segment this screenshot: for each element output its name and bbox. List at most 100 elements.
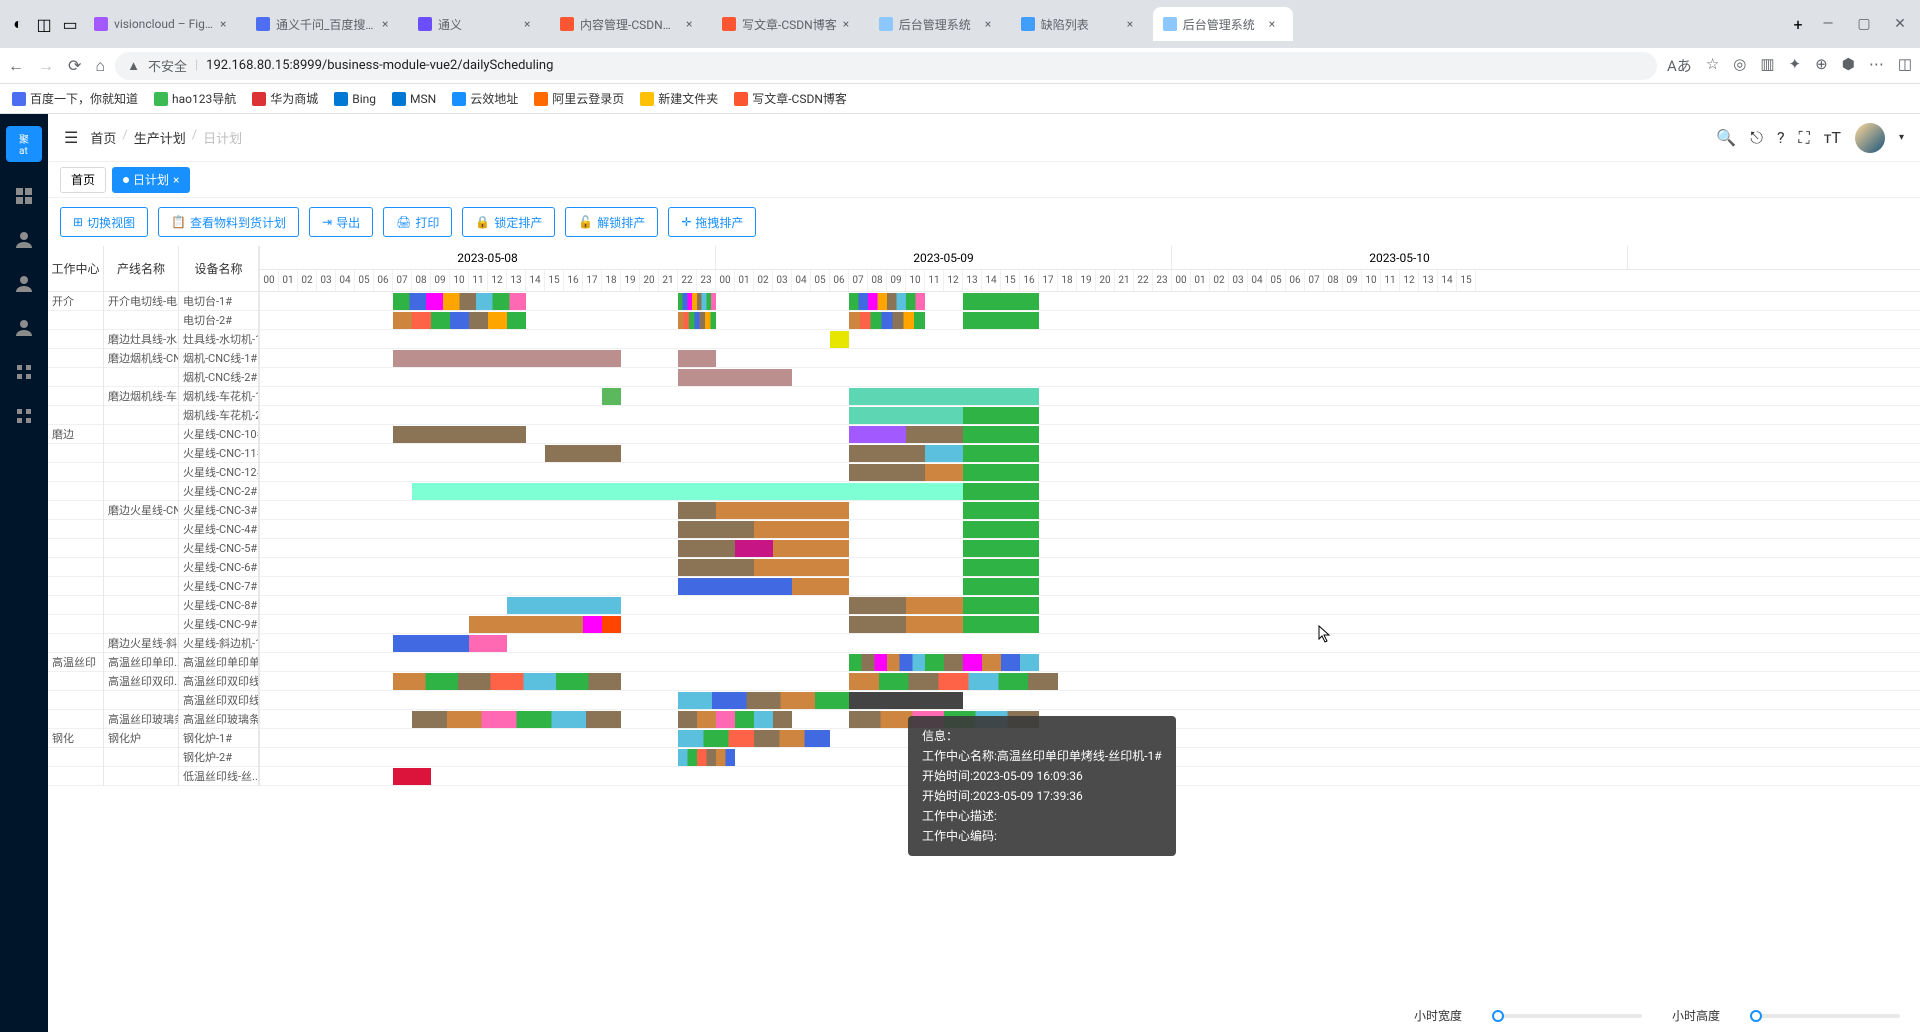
gantt-bar[interactable] [678,312,716,329]
gantt-bar[interactable] [849,388,1039,405]
browser-tab[interactable]: 缺陷列表× [1011,7,1151,41]
gantt-bar[interactable] [925,464,963,481]
favorites-bar-icon[interactable]: ✦ [1789,55,1802,76]
gantt-bar[interactable] [963,483,1039,500]
gantt-bar[interactable] [393,312,526,329]
browser-tab[interactable]: 通义× [408,7,548,41]
extension1-icon[interactable]: ◎ [1733,55,1746,76]
gantt-bar[interactable] [963,407,1039,424]
close-tab-icon[interactable]: × [1269,17,1283,31]
profile-icon[interactable]: ◐ [6,14,30,34]
close-tab-icon[interactable]: × [1127,17,1141,31]
collapse-sidebar-icon[interactable]: ☰ [64,128,78,147]
gantt-bar[interactable] [583,616,602,633]
page-tab-daily[interactable]: 日计划× [112,167,190,193]
gantt-bar[interactable] [906,426,963,443]
gantt-bar[interactable] [678,369,792,386]
breadcrumb-home[interactable]: 首页 [90,128,116,147]
gantt-bar[interactable] [849,464,925,481]
gantt-bar[interactable] [849,312,925,329]
export-button[interactable]: ⇥ 导出 [309,207,373,237]
gantt-bar[interactable] [925,654,1039,671]
reload-icon[interactable]: ⟳ [68,56,81,76]
gantt-bar[interactable] [849,445,925,462]
gantt-bar[interactable] [393,635,469,652]
gantt-bar[interactable] [773,540,849,557]
print-button[interactable]: 🖨 打印 [383,207,452,237]
gantt-bar[interactable] [393,350,621,367]
gantt-bar[interactable] [849,616,906,633]
nav-user3-icon[interactable] [14,318,34,338]
sidebar-toggle-icon[interactable]: ▭ [58,15,82,34]
gantt-bar[interactable] [545,445,621,462]
gantt-bar[interactable] [925,445,963,462]
gantt-bar[interactable] [393,426,526,443]
gantt-bar[interactable] [678,578,792,595]
avatar[interactable] [1855,123,1885,153]
gantt-bar[interactable] [393,673,621,690]
switch-view-button[interactable]: ⊞ 切换视图 [60,207,148,237]
gantt-bar[interactable] [963,293,1039,310]
page-tab-home[interactable]: 首页 [60,167,106,193]
extension3-icon[interactable]: ⬢ [1842,55,1855,76]
gantt-bar[interactable] [469,616,583,633]
favorite-icon[interactable]: ☆ [1706,55,1719,76]
breadcrumb-plan[interactable]: 生产计划 [134,128,186,147]
more-icon[interactable]: ⋯ [1869,55,1884,76]
gantt-bar[interactable] [412,711,621,728]
browser-tab[interactable]: 写文章-CSDN博客× [712,7,867,41]
browser-tab[interactable]: visioncloud – Figma× [84,7,244,41]
nav-dashboard-icon[interactable] [14,186,34,206]
bookmark-item[interactable]: 云效地址 [452,90,518,107]
new-tab-button[interactable]: + [1784,15,1812,34]
github-icon[interactable]: ⎋ [1750,128,1763,148]
split-icon[interactable]: ◫ [1898,55,1912,76]
close-tab-icon[interactable]: × [173,173,179,187]
hour-width-slider[interactable] [1492,1014,1642,1018]
gantt-bar[interactable] [716,502,849,519]
gantt-bar[interactable] [849,597,906,614]
gantt-bar[interactable] [735,540,773,557]
gantt-bar[interactable] [963,559,1039,576]
bookmark-item[interactable]: 写文章-CSDN博客 [734,90,847,107]
drag-button[interactable]: ✛ 拖拽排产 [668,207,756,237]
gantt-bar[interactable] [963,578,1039,595]
gantt-bar[interactable] [963,616,1039,633]
gantt-bar[interactable] [678,483,849,500]
gantt-bar[interactable] [754,559,849,576]
bookmark-item[interactable]: 阿里云登录页 [534,90,624,107]
gantt-bar[interactable] [849,654,925,671]
app-logo[interactable]: 聚at [6,126,42,162]
gantt-bar[interactable] [963,502,1039,519]
help-icon[interactable]: ? [1777,128,1785,147]
gantt-bar[interactable] [792,578,849,595]
text-size-icon[interactable]: Aあ [1667,55,1692,76]
browser-tab[interactable]: 后台管理系统× [1153,7,1293,41]
bookmark-item[interactable]: Bing [334,90,376,107]
lock-button[interactable]: 🔒 锁定排产 [462,207,555,237]
gantt-bar[interactable] [678,521,754,538]
gantt-bar[interactable] [678,293,716,310]
gantt-bar[interactable] [507,597,621,614]
home-icon[interactable]: ⌂ [95,56,105,76]
close-tab-icon[interactable]: × [220,17,234,31]
gantt-bar[interactable] [754,521,849,538]
gantt-bar[interactable] [963,521,1039,538]
gantt-bar[interactable] [849,293,925,310]
maximize-icon[interactable]: ▢ [1850,16,1878,32]
gantt-bar[interactable] [849,483,963,500]
fullscreen-icon[interactable]: ⛶ [1799,128,1810,148]
minimize-icon[interactable]: — [1814,16,1842,32]
browser-tab[interactable]: 后台管理系统× [869,7,1009,41]
bookmark-item[interactable]: hao123导航 [154,90,236,107]
extension2-icon[interactable]: ⊕ [1815,55,1828,76]
url-input[interactable]: ▲ 不安全 | 192.168.80.15:8999/business-modu… [115,52,1657,80]
gantt-bar[interactable] [963,445,1039,462]
browser-tab[interactable]: 通义千问_百度搜索× [246,7,406,41]
gantt-bar[interactable] [678,749,735,766]
gantt-bar[interactable] [678,350,716,367]
search-icon[interactable]: 🔍 [1716,128,1736,147]
gantt-bar[interactable] [963,540,1039,557]
view-material-button[interactable]: 📋 查看物料到货计划 [158,207,299,237]
gantt-bar[interactable] [678,502,716,519]
